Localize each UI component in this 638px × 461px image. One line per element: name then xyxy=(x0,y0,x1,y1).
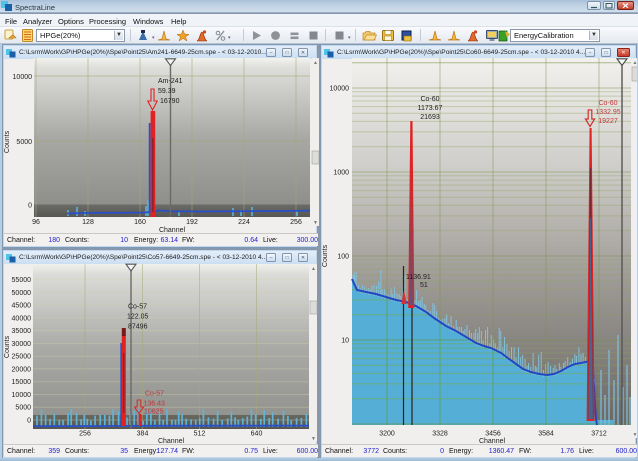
svg-text:3456: 3456 xyxy=(485,431,501,438)
svg-text:3200: 3200 xyxy=(379,431,395,438)
svg-text:256: 256 xyxy=(290,219,302,226)
svg-text:16790: 16790 xyxy=(160,98,180,105)
svg-text:19227: 19227 xyxy=(598,118,618,125)
svg-text:▲: ▲ xyxy=(311,266,316,272)
svg-text:Counts: Counts xyxy=(4,335,11,358)
svg-text:0: 0 xyxy=(28,203,32,210)
svg-text:Co-60: Co-60 xyxy=(598,100,617,107)
svg-text:122.05: 122.05 xyxy=(127,314,149,321)
svg-text:Counts: Counts xyxy=(322,244,329,267)
svg-text:224: 224 xyxy=(238,219,250,226)
svg-text:35000: 35000 xyxy=(12,328,32,335)
svg-text:Counts: Counts xyxy=(4,130,11,153)
svg-text:128: 128 xyxy=(82,219,94,226)
svg-text:45000: 45000 xyxy=(12,303,32,310)
svg-text:192: 192 xyxy=(186,219,198,226)
svg-text:3712: 3712 xyxy=(591,431,607,438)
svg-text:59.39: 59.39 xyxy=(158,88,176,95)
svg-text:3584: 3584 xyxy=(538,431,554,438)
svg-text:10000: 10000 xyxy=(330,86,350,93)
svg-text:▼: ▼ xyxy=(313,220,318,226)
svg-text:20000: 20000 xyxy=(12,366,32,373)
svg-text:25000: 25000 xyxy=(12,354,32,361)
svg-text:10625: 10625 xyxy=(144,409,164,416)
svg-text:10000: 10000 xyxy=(12,392,32,399)
svg-text:21693: 21693 xyxy=(420,114,440,121)
svg-text:640: 640 xyxy=(251,431,263,438)
svg-text:5000: 5000 xyxy=(16,139,32,146)
svg-text:15000: 15000 xyxy=(12,379,32,386)
svg-text:30000: 30000 xyxy=(12,341,32,348)
svg-text:256: 256 xyxy=(79,431,91,438)
svg-text:51: 51 xyxy=(420,282,428,289)
svg-text:5000: 5000 xyxy=(15,405,31,412)
svg-text:3328: 3328 xyxy=(432,431,448,438)
svg-text:Co-57: Co-57 xyxy=(128,304,147,311)
svg-text:160: 160 xyxy=(134,219,146,226)
svg-text:▲: ▲ xyxy=(313,60,318,66)
svg-text:87496: 87496 xyxy=(128,324,148,331)
svg-text:Co-57: Co-57 xyxy=(145,391,164,398)
svg-text:0: 0 xyxy=(27,418,31,425)
svg-text:136.43: 136.43 xyxy=(144,401,166,408)
svg-text:1136.91: 1136.91 xyxy=(406,274,431,281)
svg-text:Am-241: Am-241 xyxy=(158,78,183,85)
svg-text:1000: 1000 xyxy=(333,170,349,177)
svg-text:10: 10 xyxy=(341,338,349,345)
svg-text:512: 512 xyxy=(194,431,206,438)
svg-text:384: 384 xyxy=(137,431,149,438)
svg-text:50000: 50000 xyxy=(12,290,32,297)
svg-text:1173.67: 1173.67 xyxy=(418,105,443,112)
svg-text:96: 96 xyxy=(32,219,40,226)
svg-text:1332.95: 1332.95 xyxy=(595,109,620,116)
svg-text:10000: 10000 xyxy=(13,74,33,81)
svg-text:55000: 55000 xyxy=(12,277,32,284)
svg-text:100: 100 xyxy=(337,254,349,261)
svg-text:Co-60: Co-60 xyxy=(420,96,439,103)
svg-text:40000: 40000 xyxy=(12,315,32,322)
svg-text:▼: ▼ xyxy=(311,436,316,442)
